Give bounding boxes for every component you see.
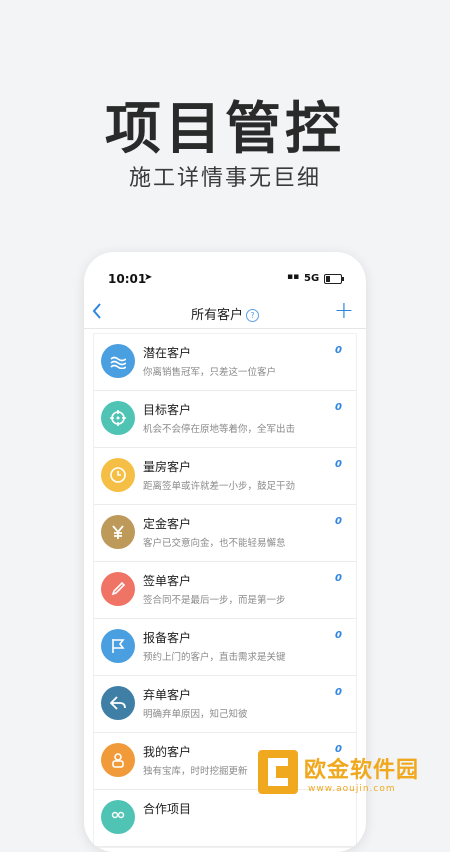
watermark-logo	[258, 750, 298, 794]
item-name: 弃单客户	[143, 688, 192, 702]
nav-bar: 所有客户? +	[84, 296, 366, 329]
item-name: 潜在客户	[143, 346, 192, 360]
battery-icon	[324, 274, 344, 284]
clock-icon	[101, 458, 135, 492]
help-icon[interactable]: ?	[246, 309, 259, 322]
watermark: 欧金软件园 www.aoujin.com	[252, 748, 450, 800]
list-item[interactable]: 目标客户机会不会停在原地等着你，全军出击 0	[94, 391, 356, 448]
partner-icon	[101, 800, 135, 834]
item-description: 机会不会停在原地等着你，全军出击	[143, 424, 296, 435]
item-name: 我的客户	[143, 745, 192, 759]
list-item[interactable]: 潜在客户你离销售冠军，只差这一位客户 0	[94, 334, 356, 391]
pencil-icon	[101, 572, 135, 606]
item-description: 预约上门的客户，直击需求是关键	[143, 652, 286, 663]
waves-icon	[101, 344, 135, 378]
status-bar: 10:01 ➤ ▪▪ 5G	[84, 252, 366, 298]
list-item[interactable]: 签单客户签合同不是最后一步，而是第一步 0	[94, 562, 356, 619]
item-description: 签合同不是最后一步，而是第一步	[143, 595, 286, 606]
item-name: 报备客户	[143, 631, 192, 645]
item-count: 0	[335, 630, 342, 641]
item-name: 签单客户	[143, 574, 192, 588]
signal-icon: ▪▪	[287, 272, 300, 282]
item-description: 客户已交意向金，也不能轻易懈怠	[143, 538, 286, 549]
watermark-url: www.aoujin.com	[308, 784, 396, 794]
item-description: 独有宝库，时时挖掘更新	[143, 766, 248, 777]
status-time: 10:01	[108, 272, 147, 286]
item-count: 0	[335, 516, 342, 527]
yen-icon	[101, 515, 135, 549]
item-count: 0	[335, 573, 342, 584]
list-item[interactable]: 报备客户预约上门的客户，直击需求是关键 0	[94, 619, 356, 676]
item-count: 0	[335, 459, 342, 470]
item-name: 定金客户	[143, 517, 192, 531]
page-title: 所有客户?	[84, 304, 366, 323]
item-count: 0	[335, 345, 342, 356]
location-arrow-icon: ➤	[144, 272, 153, 283]
back-arrow-icon	[101, 686, 135, 720]
item-count: 0	[335, 687, 342, 698]
subhead: 施工详情事无巨细	[128, 166, 321, 191]
list-item[interactable]: 定金客户客户已交意向金，也不能轻易懈怠 0	[94, 505, 356, 562]
watermark-text: 欧金软件园	[304, 758, 420, 783]
target-icon	[101, 401, 135, 435]
page-title-text: 所有客户	[190, 308, 243, 323]
item-description: 明确弃单原因，知己知彼	[143, 709, 248, 720]
network-label: 5G	[304, 273, 320, 284]
flag-icon	[101, 629, 135, 663]
person-icon	[101, 743, 135, 777]
add-button[interactable]: +	[334, 296, 354, 324]
item-name: 合作项目	[143, 802, 192, 816]
item-name: 目标客户	[143, 403, 192, 417]
item-name: 量房客户	[143, 460, 192, 474]
item-description: 距离签单或许就差一小步，鼓足干劲	[143, 481, 296, 492]
headline: 项目管控	[105, 97, 345, 162]
list-item[interactable]: 弃单客户明确弃单原因，知己知彼 0	[94, 676, 356, 733]
item-description: 你离销售冠军，只差这一位客户	[143, 367, 277, 378]
list-item[interactable]: 量房客户距离签单或许就差一小步，鼓足干劲 0	[94, 448, 356, 505]
item-count: 0	[335, 402, 342, 413]
